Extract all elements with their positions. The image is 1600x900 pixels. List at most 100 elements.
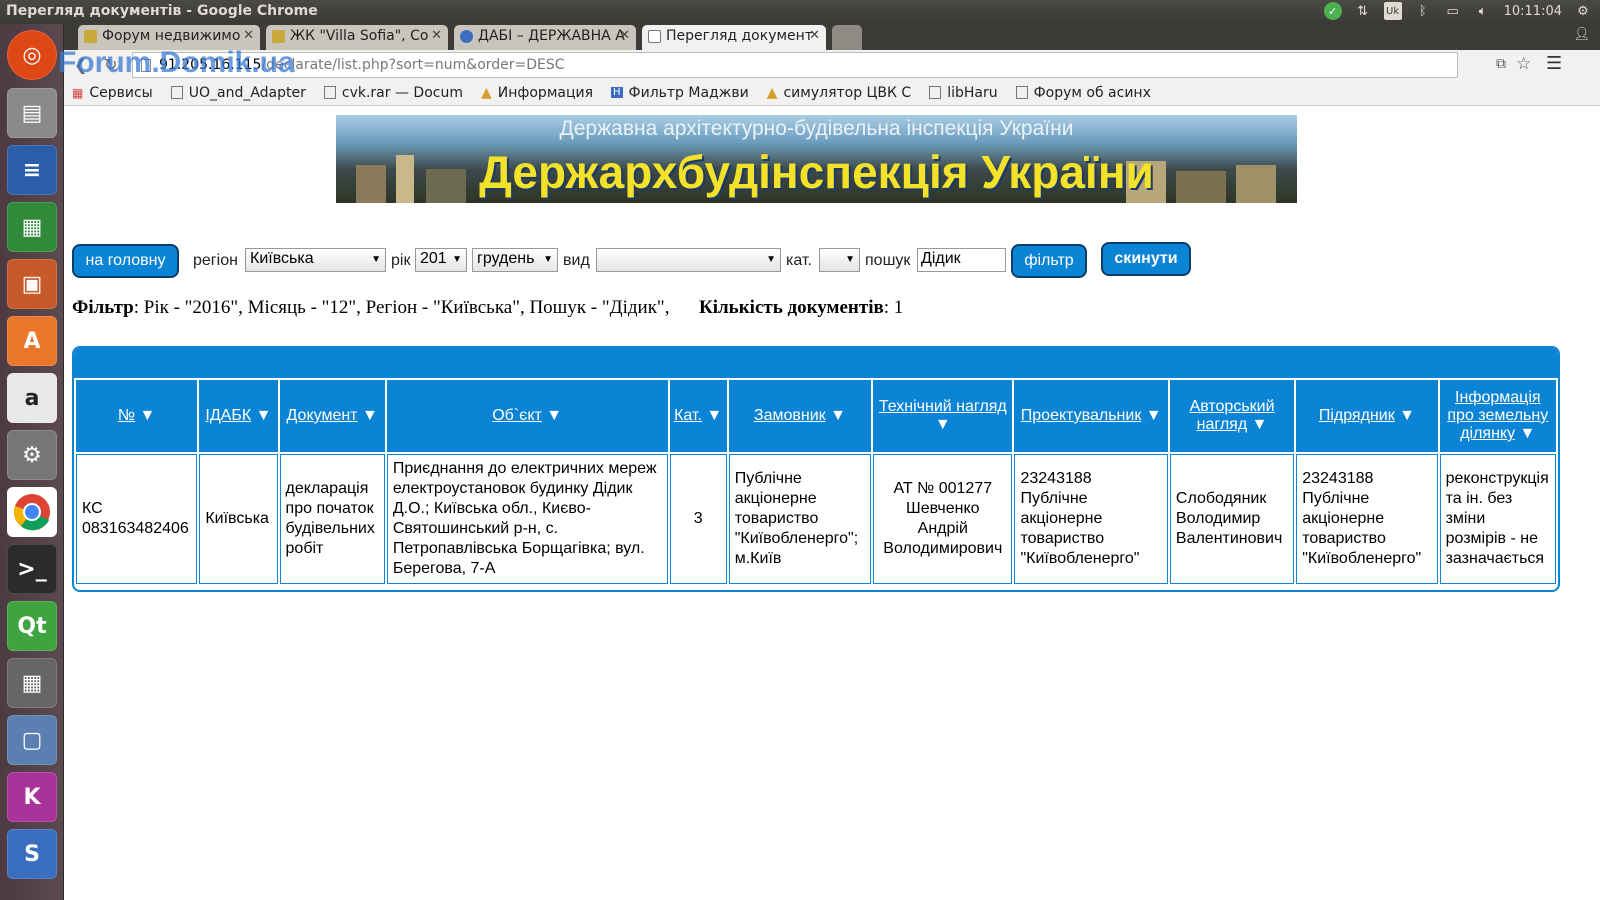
tab-label: Форум недвижимо bbox=[102, 28, 241, 44]
sort-category-link[interactable]: Кат. bbox=[674, 407, 702, 424]
address-bar[interactable]: 91.205.16.115/declarate/list.php?sort=nu… bbox=[132, 52, 1458, 78]
bookmark-apps[interactable]: ▦ Сервисы bbox=[72, 85, 153, 101]
chrome-icon[interactable] bbox=[7, 487, 57, 537]
bluetooth-icon[interactable]: ᛒ bbox=[1414, 2, 1432, 20]
close-icon[interactable]: ✕ bbox=[431, 28, 442, 43]
col-customer-header[interactable]: Замовник ▼ bbox=[728, 380, 872, 452]
filter-summary-text: : Рік - "2016", Місяць - "12", Регіон - … bbox=[133, 297, 670, 318]
power-gear-icon[interactable]: ⚙ bbox=[1574, 2, 1592, 20]
type-select[interactable]: ▼ bbox=[596, 248, 781, 272]
browser-toolbar: ❮ ↻ 91.205.16.115/declarate/list.php?sor… bbox=[58, 46, 1600, 80]
bookmark-label: Информация bbox=[497, 84, 594, 101]
bookmark-item[interactable]: libHaru bbox=[929, 85, 998, 101]
site-icon: H bbox=[611, 87, 623, 98]
sort-designer-link[interactable]: Проектувальник bbox=[1021, 407, 1142, 424]
col-author-supervision-header[interactable]: Авторський нагляд ▼ bbox=[1169, 380, 1295, 452]
bookmark-item[interactable]: ▲ Информация bbox=[481, 85, 593, 101]
col-designer-header[interactable]: Проектувальник ▼ bbox=[1014, 380, 1168, 452]
sort-document-link[interactable]: Документ bbox=[287, 407, 358, 424]
sort-arrow-icon[interactable]: ▼ bbox=[830, 407, 846, 424]
sort-arrow-icon[interactable]: ▼ bbox=[256, 407, 272, 424]
sort-arrow-icon[interactable]: ▼ bbox=[140, 407, 156, 424]
battery-icon[interactable]: ▭ bbox=[1444, 2, 1462, 20]
profile-icon[interactable]: 👤︎ bbox=[1573, 27, 1590, 42]
col-number-header[interactable]: № ▼ bbox=[76, 380, 198, 452]
volume-icon[interactable]: 🔈︎ bbox=[1474, 2, 1492, 20]
reset-button[interactable]: скинути bbox=[1101, 242, 1191, 276]
sort-arrow-icon[interactable]: ▼ bbox=[935, 416, 951, 433]
year-select[interactable]: 201 ▼ bbox=[415, 248, 467, 272]
system-settings-icon[interactable]: ⚙ bbox=[7, 430, 57, 480]
sort-number-link[interactable]: № bbox=[118, 407, 135, 424]
year-label: рік bbox=[391, 252, 411, 269]
new-tab-button[interactable] bbox=[832, 25, 862, 50]
amazon-icon[interactable]: a bbox=[7, 373, 57, 423]
search-label: пошук bbox=[865, 252, 911, 269]
cell-number: КС 083163482406 bbox=[76, 454, 198, 584]
translate-icon[interactable]: ⧉ bbox=[1496, 56, 1506, 72]
bookmark-item[interactable]: cvk.rar — Docum bbox=[323, 85, 463, 101]
col-contractor-header[interactable]: Підрядник ▼ bbox=[1296, 380, 1438, 452]
col-tech-supervision-header[interactable]: Технічний нагляд ▼ bbox=[873, 380, 1013, 452]
calc-spreadsheet-icon[interactable]: ▦ bbox=[7, 202, 57, 252]
chevron-down-icon: ▼ bbox=[845, 254, 855, 265]
bookmark-star-icon[interactable]: ☆ bbox=[1516, 54, 1531, 74]
update-check-icon[interactable]: ✓ bbox=[1323, 2, 1342, 20]
table-header-row: № ▼ ІДАБК ▼ Документ ▼ Об`єкт ▼ Кат. ▼ З… bbox=[76, 380, 1556, 452]
cell-author-supervision: Слободяник Володимир Валентинович bbox=[1169, 454, 1295, 584]
search-input[interactable]: Дідик bbox=[917, 248, 1006, 272]
close-icon[interactable]: ✕ bbox=[809, 28, 820, 43]
clock[interactable]: 10:11:04 bbox=[1504, 4, 1562, 19]
sort-arrow-icon[interactable]: ▼ bbox=[1252, 416, 1268, 433]
tab-dabi[interactable]: ДАБІ – ДЕРЖАВНА А ✕ bbox=[454, 25, 636, 50]
sort-tech-supervision-link[interactable]: Технічний нагляд bbox=[879, 398, 1007, 415]
bookmark-item[interactable]: ▲ симулятор ЦВК С bbox=[767, 85, 912, 101]
col-object-header[interactable]: Об`єкт ▼ bbox=[386, 380, 668, 452]
banner-title: Держархбудінспекція України bbox=[479, 146, 1154, 198]
sort-arrow-icon[interactable]: ▼ bbox=[1399, 407, 1415, 424]
close-icon[interactable]: ✕ bbox=[243, 28, 254, 43]
sort-idabk-link[interactable]: ІДАБК bbox=[205, 407, 251, 424]
software-center-icon[interactable]: A bbox=[7, 316, 57, 366]
tab-documents[interactable]: Перегляд документ ✕ bbox=[642, 25, 826, 50]
writer-icon[interactable]: ≡ bbox=[7, 145, 57, 195]
qt-creator-icon[interactable]: Qt bbox=[7, 601, 57, 651]
terminal-icon[interactable]: >_ bbox=[7, 544, 57, 594]
keyboard-layout-indicator[interactable]: Uk bbox=[1383, 2, 1402, 20]
kdiff-icon[interactable]: K bbox=[7, 772, 57, 822]
col-land-info-header[interactable]: Інформація про земельну ділянку ▼ bbox=[1439, 380, 1556, 452]
col-document-header[interactable]: Документ ▼ bbox=[279, 380, 385, 452]
close-icon[interactable]: ✕ bbox=[619, 28, 630, 43]
menu-icon[interactable]: ☰ bbox=[1546, 53, 1562, 74]
category-select[interactable]: ▼ bbox=[819, 248, 860, 272]
tab-label: ДАБІ – ДЕРЖАВНА А bbox=[478, 28, 625, 44]
home-button[interactable]: на головну bbox=[72, 244, 179, 278]
virtual-machine-icon[interactable]: ▢ bbox=[7, 715, 57, 765]
col-category-header[interactable]: Кат. ▼ bbox=[669, 380, 727, 452]
bookmark-item[interactable]: Форум об асинх bbox=[1015, 85, 1151, 101]
sort-contractor-link[interactable]: Підрядник bbox=[1319, 407, 1395, 424]
col-idabk-header[interactable]: ІДАБК ▼ bbox=[199, 380, 278, 452]
page-favicon-icon bbox=[648, 30, 661, 43]
file-manager-icon[interactable]: ▤ bbox=[7, 88, 57, 138]
sort-object-link[interactable]: Об`єкт bbox=[492, 407, 542, 424]
sort-customer-link[interactable]: Замовник bbox=[754, 407, 826, 424]
calculator-icon[interactable]: ▦ bbox=[7, 658, 57, 708]
month-select[interactable]: грудень ▼ bbox=[472, 248, 558, 272]
cell-contractor: 23243188 Публічне акціонерне товариство … bbox=[1296, 454, 1438, 584]
sort-arrow-icon[interactable]: ▼ bbox=[1146, 407, 1162, 424]
sort-arrow-icon[interactable]: ▼ bbox=[546, 407, 562, 424]
network-arrows-icon[interactable]: ⇅ bbox=[1354, 2, 1372, 20]
banner-subtitle: Державна архітектурно-будівельна інспекц… bbox=[559, 117, 1074, 140]
region-select[interactable]: Київська ▼ bbox=[245, 248, 386, 272]
bookmark-item[interactable]: H Фильтр Маджви bbox=[611, 85, 749, 101]
ubuntu-dash-icon[interactable]: ◎ bbox=[7, 30, 57, 80]
app-launcher-icon[interactable]: S bbox=[7, 829, 57, 879]
sort-arrow-icon[interactable]: ▼ bbox=[706, 407, 722, 424]
impress-icon[interactable]: ▣ bbox=[7, 259, 57, 309]
sort-arrow-icon[interactable]: ▼ bbox=[362, 407, 378, 424]
filter-button[interactable]: фільтр bbox=[1011, 244, 1087, 278]
sort-arrow-icon[interactable]: ▼ bbox=[1520, 425, 1536, 442]
cell-category: 3 bbox=[669, 454, 727, 584]
bookmark-item[interactable]: UO_and_Adapter bbox=[170, 85, 306, 101]
